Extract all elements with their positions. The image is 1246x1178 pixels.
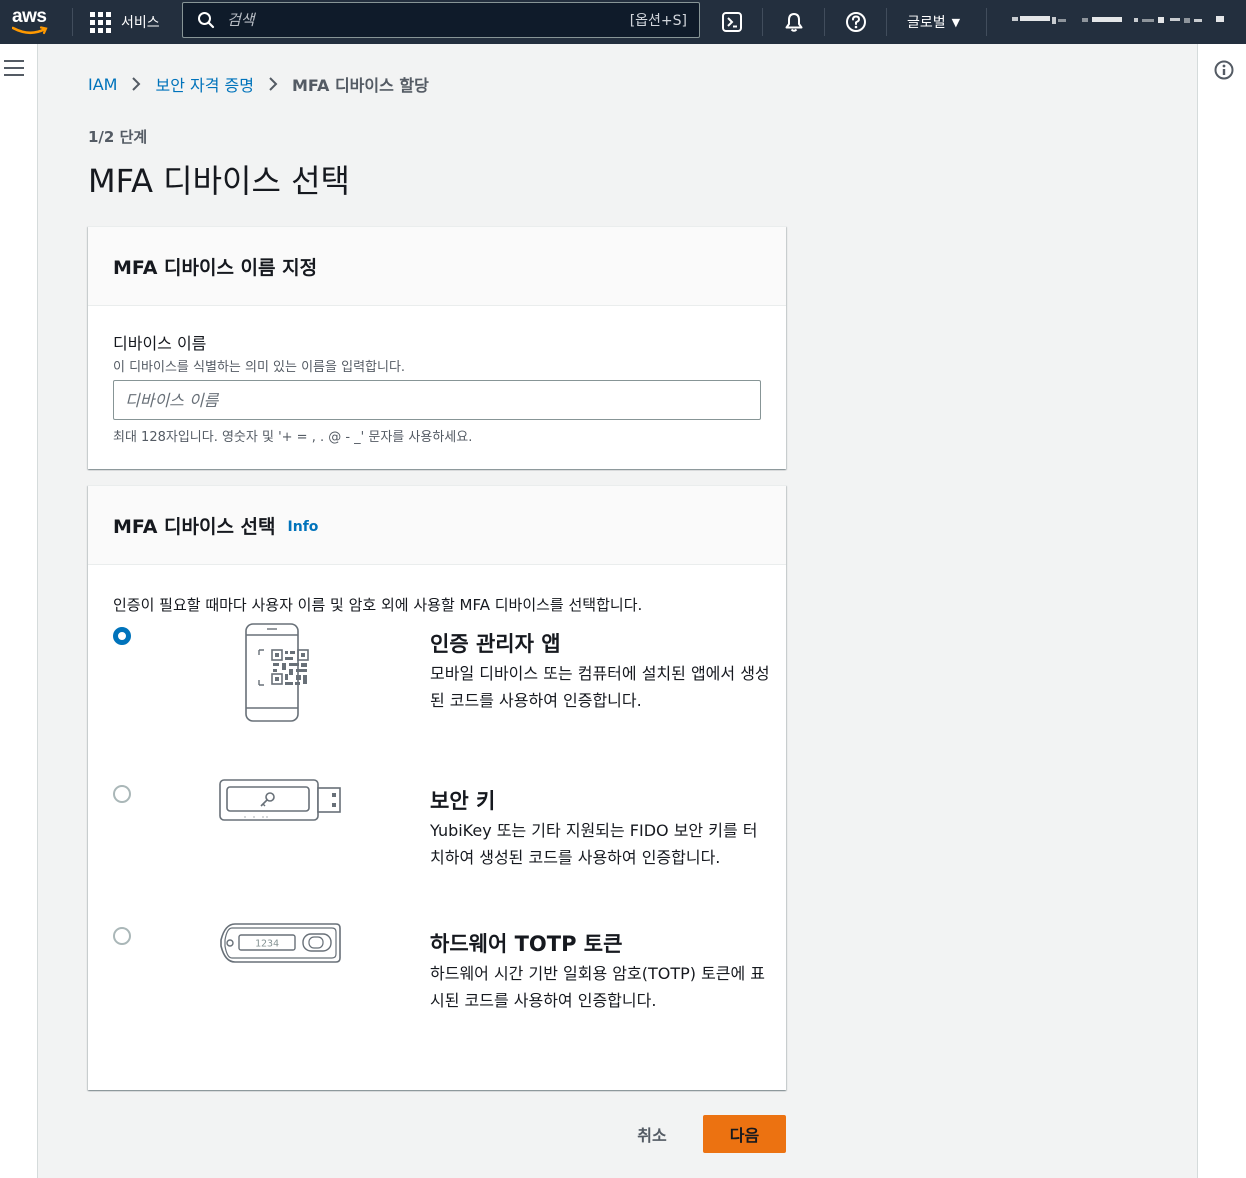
device-select-panel: MFA 디바이스 선택 Info 인증이 필요할 때마다 사용자 이름 및 암호… — [88, 485, 786, 1090]
region-selector[interactable]: 글로벌 ▼ — [907, 0, 960, 44]
radio-hardware-totp-token[interactable] — [113, 927, 131, 945]
radio-authenticator-app[interactable] — [113, 627, 131, 645]
search-shortcut: [옵션+S] — [629, 13, 687, 29]
nav-divider — [824, 8, 825, 36]
next-button[interactable]: 다음 — [703, 1115, 786, 1153]
token-display-text: 1234 — [255, 939, 279, 950]
breadcrumb-iam[interactable]: IAM — [88, 75, 117, 94]
mobile-qr-code-icon — [245, 623, 309, 722]
top-navigation: aws 서비스 [옵션+S] — [0, 0, 1246, 44]
left-navigation-rail — [0, 44, 38, 1178]
device-name-constraint: 최대 128자입니다. 영숫자 및 '+ = , . @ - _' 문자를 사용… — [113, 430, 473, 445]
info-circle-icon[interactable] — [1214, 60, 1234, 80]
hardware-totp-token-icon: 1234 — [220, 923, 341, 963]
breadcrumb: IAM 보안 자격 증명 MFA 디바이스 할당 — [88, 72, 429, 96]
option-description-hardware-totp-token: 하드웨어 시간 기반 일회용 암호(TOTP) 토큰에 표시된 코드를 사용하여… — [430, 964, 766, 1010]
nav-divider — [762, 8, 763, 36]
right-tools-rail — [1197, 44, 1246, 1178]
help-icon — [846, 12, 866, 32]
cloudshell-icon — [722, 12, 742, 32]
panel-title: MFA 디바이스 이름 지정 — [113, 256, 318, 279]
bell-icon — [785, 13, 803, 32]
info-link[interactable]: Info — [288, 519, 319, 535]
option-description-authenticator-app: 모바일 디바이스 또는 컴퓨터에 설치된 앱에서 생성된 코드를 사용하여 인증… — [430, 664, 770, 710]
search-icon — [198, 12, 215, 29]
search-box[interactable]: [옵션+S] — [182, 2, 700, 38]
breadcrumb-current: MFA 디바이스 할당 — [291, 76, 429, 95]
caret-down-icon: ▼ — [951, 15, 961, 29]
account-menu-redacted[interactable] — [1012, 14, 1226, 26]
chevron-right-icon — [131, 76, 141, 92]
aws-smile-icon — [12, 26, 48, 35]
nav-divider — [886, 8, 887, 36]
option-title-authenticator-app: 인증 관리자 앱 — [430, 632, 561, 656]
chevron-right-icon — [268, 76, 278, 92]
device-select-intro: 인증이 필요할 때마다 사용자 이름 및 암호 외에 사용할 MFA 디바이스를… — [113, 596, 643, 614]
region-label: 글로벌 — [907, 15, 946, 31]
aws-logo-text: aws — [12, 6, 47, 27]
radio-security-key[interactable] — [113, 785, 131, 803]
services-menu-button[interactable]: 서비스 — [90, 0, 160, 44]
usb-security-key-icon — [219, 779, 341, 821]
device-name-label: 디바이스 이름 — [113, 334, 207, 353]
nav-divider — [72, 8, 73, 36]
page-title: MFA 디바이스 선택 — [88, 162, 350, 200]
panel-header: MFA 디바이스 이름 지정 — [88, 227, 786, 306]
option-title-security-key: 보안 키 — [430, 789, 496, 813]
device-name-description: 이 디바이스를 식별하는 의미 있는 이름을 입력합니다. — [113, 360, 406, 375]
option-description-security-key: YubiKey 또는 기타 지원되는 FIDO 보안 키를 터치하여 생성된 코… — [430, 821, 758, 867]
help-button[interactable] — [839, 0, 873, 44]
device-name-panel: MFA 디바이스 이름 지정 디바이스 이름 이 디바이스를 식별하는 의미 있… — [88, 226, 786, 469]
grid-icon — [90, 11, 111, 33]
step-indicator: 1/2 단계 — [88, 128, 148, 146]
menu-icon[interactable] — [4, 60, 24, 76]
services-label: 서비스 — [121, 15, 160, 31]
cancel-button[interactable]: 취소 — [622, 1115, 682, 1153]
panel-title: MFA 디바이스 선택 — [113, 515, 276, 538]
notifications-button[interactable] — [777, 0, 811, 44]
nav-divider — [986, 8, 987, 36]
device-name-input[interactable] — [113, 380, 761, 420]
option-title-hardware-totp-token: 하드웨어 TOTP 토큰 — [430, 932, 623, 956]
breadcrumb-security-credentials[interactable]: 보안 자격 증명 — [155, 72, 254, 96]
cloudshell-button[interactable] — [715, 0, 749, 44]
panel-header: MFA 디바이스 선택 Info — [88, 486, 786, 565]
aws-logo[interactable]: aws — [10, 6, 52, 36]
search-input[interactable] — [227, 11, 607, 29]
